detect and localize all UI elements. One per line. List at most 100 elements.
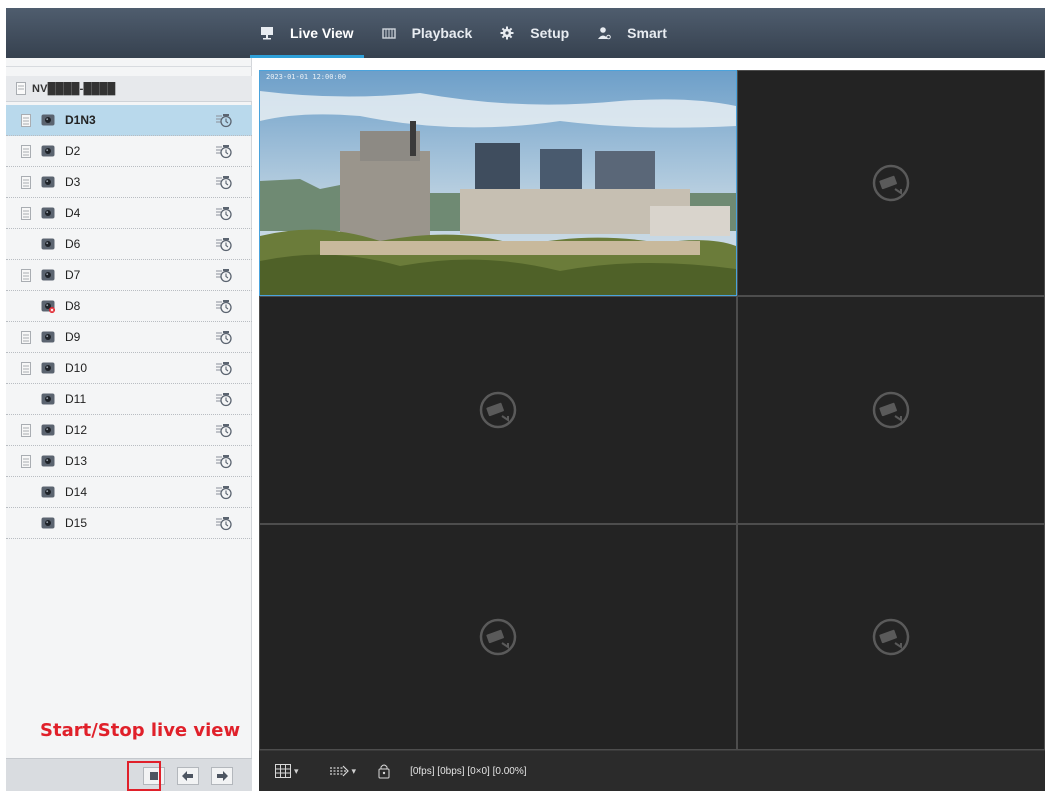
camera-name: D10 [65, 361, 88, 375]
camera-name: D2 [65, 144, 81, 158]
device-node[interactable]: NV████-████ [6, 76, 252, 102]
signal-icon [21, 361, 31, 375]
camera-placeholder-icon [872, 164, 910, 202]
camera-icon [41, 485, 55, 499]
signal-icon [21, 330, 31, 344]
record-status-icon[interactable] [215, 361, 233, 376]
record-status-icon[interactable] [215, 392, 233, 407]
stream-type-button[interactable]: ▾ [321, 751, 365, 791]
stream-status-text: [0fps] [0bps] [0×0] [0.00%] [410, 765, 527, 777]
camera-row[interactable]: D9 [6, 322, 252, 353]
nav-live-view[interactable]: Live View [250, 8, 364, 58]
screen-layout-button[interactable]: ▾ [267, 751, 307, 791]
record-status-icon[interactable] [215, 299, 233, 314]
camera-offline-icon [41, 299, 55, 313]
record-status-icon[interactable] [215, 206, 233, 221]
camera-icon [41, 423, 55, 437]
previous-page-button[interactable] [177, 767, 199, 785]
video-grid: 2023-01-01 12:00:00 [259, 70, 1045, 750]
arrow-right-icon [217, 771, 228, 781]
record-status-icon[interactable] [215, 175, 233, 190]
grid-layout-icon [275, 764, 291, 778]
annotation-label: Start/Stop live view [40, 720, 241, 741]
camera-name: D15 [65, 516, 88, 530]
camera-icon [41, 330, 55, 344]
camera-row[interactable]: D2 [6, 136, 252, 167]
app-window: Live View Playback Setup Smart NV████-██… [0, 0, 1045, 791]
nav-smart[interactable]: Smart [587, 8, 677, 58]
signal-icon [21, 454, 31, 468]
camera-name: D4 [65, 206, 81, 220]
camera-icon [41, 113, 55, 127]
film-icon [381, 26, 396, 40]
nav-smart-label: Smart [627, 25, 667, 41]
camera-row[interactable]: D8 [6, 291, 252, 322]
camera-row[interactable]: D14 [6, 477, 252, 508]
record-status-icon[interactable] [215, 330, 233, 345]
arrow-left-icon [182, 771, 193, 781]
device-label: NV████-████ [32, 82, 116, 95]
device-icon [16, 82, 26, 95]
gear-icon [500, 26, 514, 40]
live-view-toolbar: ▾ ▾ [0fps] [0bps] [0×0] [0.00%] [259, 750, 1045, 791]
device-sidebar: NV████-████ D1N3 D2 D3 D4 D6 D7 D8 D9 D10 D11 D12 D… [6, 58, 252, 791]
camera-row[interactable]: D11 [6, 384, 252, 415]
record-status-icon[interactable] [215, 516, 233, 531]
camera-icon [41, 268, 55, 282]
record-status-icon[interactable] [215, 454, 233, 469]
camera-icon [41, 516, 55, 530]
camera-row[interactable]: D12 [6, 415, 252, 446]
camera-icon [41, 361, 55, 375]
video-pane-3[interactable] [259, 296, 737, 524]
video-pane-1[interactable]: 2023-01-01 12:00:00 [259, 70, 737, 296]
camera-name: D6 [65, 237, 81, 251]
signal-icon [21, 113, 31, 127]
camera-icon [41, 175, 55, 189]
lock-icon [378, 764, 390, 779]
camera-name: D3 [65, 175, 81, 189]
camera-icon [41, 454, 55, 468]
next-page-button[interactable] [211, 767, 233, 785]
record-status-icon[interactable] [215, 113, 233, 128]
signal-icon [21, 175, 31, 189]
camera-row[interactable]: D1N3 [6, 105, 252, 136]
signal-icon [21, 206, 31, 220]
signal-icon [21, 423, 31, 437]
camera-name: D1N3 [65, 113, 96, 127]
chevron-down-icon: ▾ [351, 765, 357, 776]
camera-placeholder-icon [479, 618, 517, 656]
top-nav-bar: Live View Playback Setup Smart [0, 0, 1045, 58]
camera-name: D11 [65, 392, 87, 406]
camera-list: D1N3 D2 D3 D4 D6 D7 D8 D9 D10 D11 D12 D13 D14 D15 [6, 105, 252, 539]
video-pane-4[interactable] [737, 296, 1045, 524]
main-nav: Live View Playback Setup Smart [250, 8, 677, 58]
annotation-highlight-box [127, 761, 161, 791]
person-icon [597, 26, 611, 40]
record-status-icon[interactable] [215, 485, 233, 500]
camera-row[interactable]: D6 [6, 229, 252, 260]
record-status-icon[interactable] [215, 423, 233, 438]
camera-name: D13 [65, 454, 88, 468]
camera-row[interactable]: D3 [6, 167, 252, 198]
video-pane-5[interactable] [259, 524, 737, 750]
camera-row[interactable]: D15 [6, 508, 252, 539]
nav-setup[interactable]: Setup [490, 8, 579, 58]
camera-row[interactable]: D10 [6, 353, 252, 384]
record-status-icon[interactable] [215, 268, 233, 283]
snapshot-button[interactable] [370, 751, 398, 791]
camera-name: D12 [65, 423, 88, 437]
camera-row[interactable]: D7 [6, 260, 252, 291]
video-pane-2[interactable] [737, 70, 1045, 296]
sidebar-divider [6, 66, 252, 67]
video-pane-6[interactable] [737, 524, 1045, 750]
camera-row[interactable]: D13 [6, 446, 252, 477]
camera-icon [41, 144, 55, 158]
camera-icon [41, 237, 55, 251]
record-status-icon[interactable] [215, 144, 233, 159]
live-video-feed [260, 71, 736, 295]
record-status-icon[interactable] [215, 237, 233, 252]
camera-placeholder-icon [872, 618, 910, 656]
camera-row[interactable]: D4 [6, 198, 252, 229]
stream-icon [329, 765, 349, 777]
nav-playback[interactable]: Playback [372, 8, 483, 58]
